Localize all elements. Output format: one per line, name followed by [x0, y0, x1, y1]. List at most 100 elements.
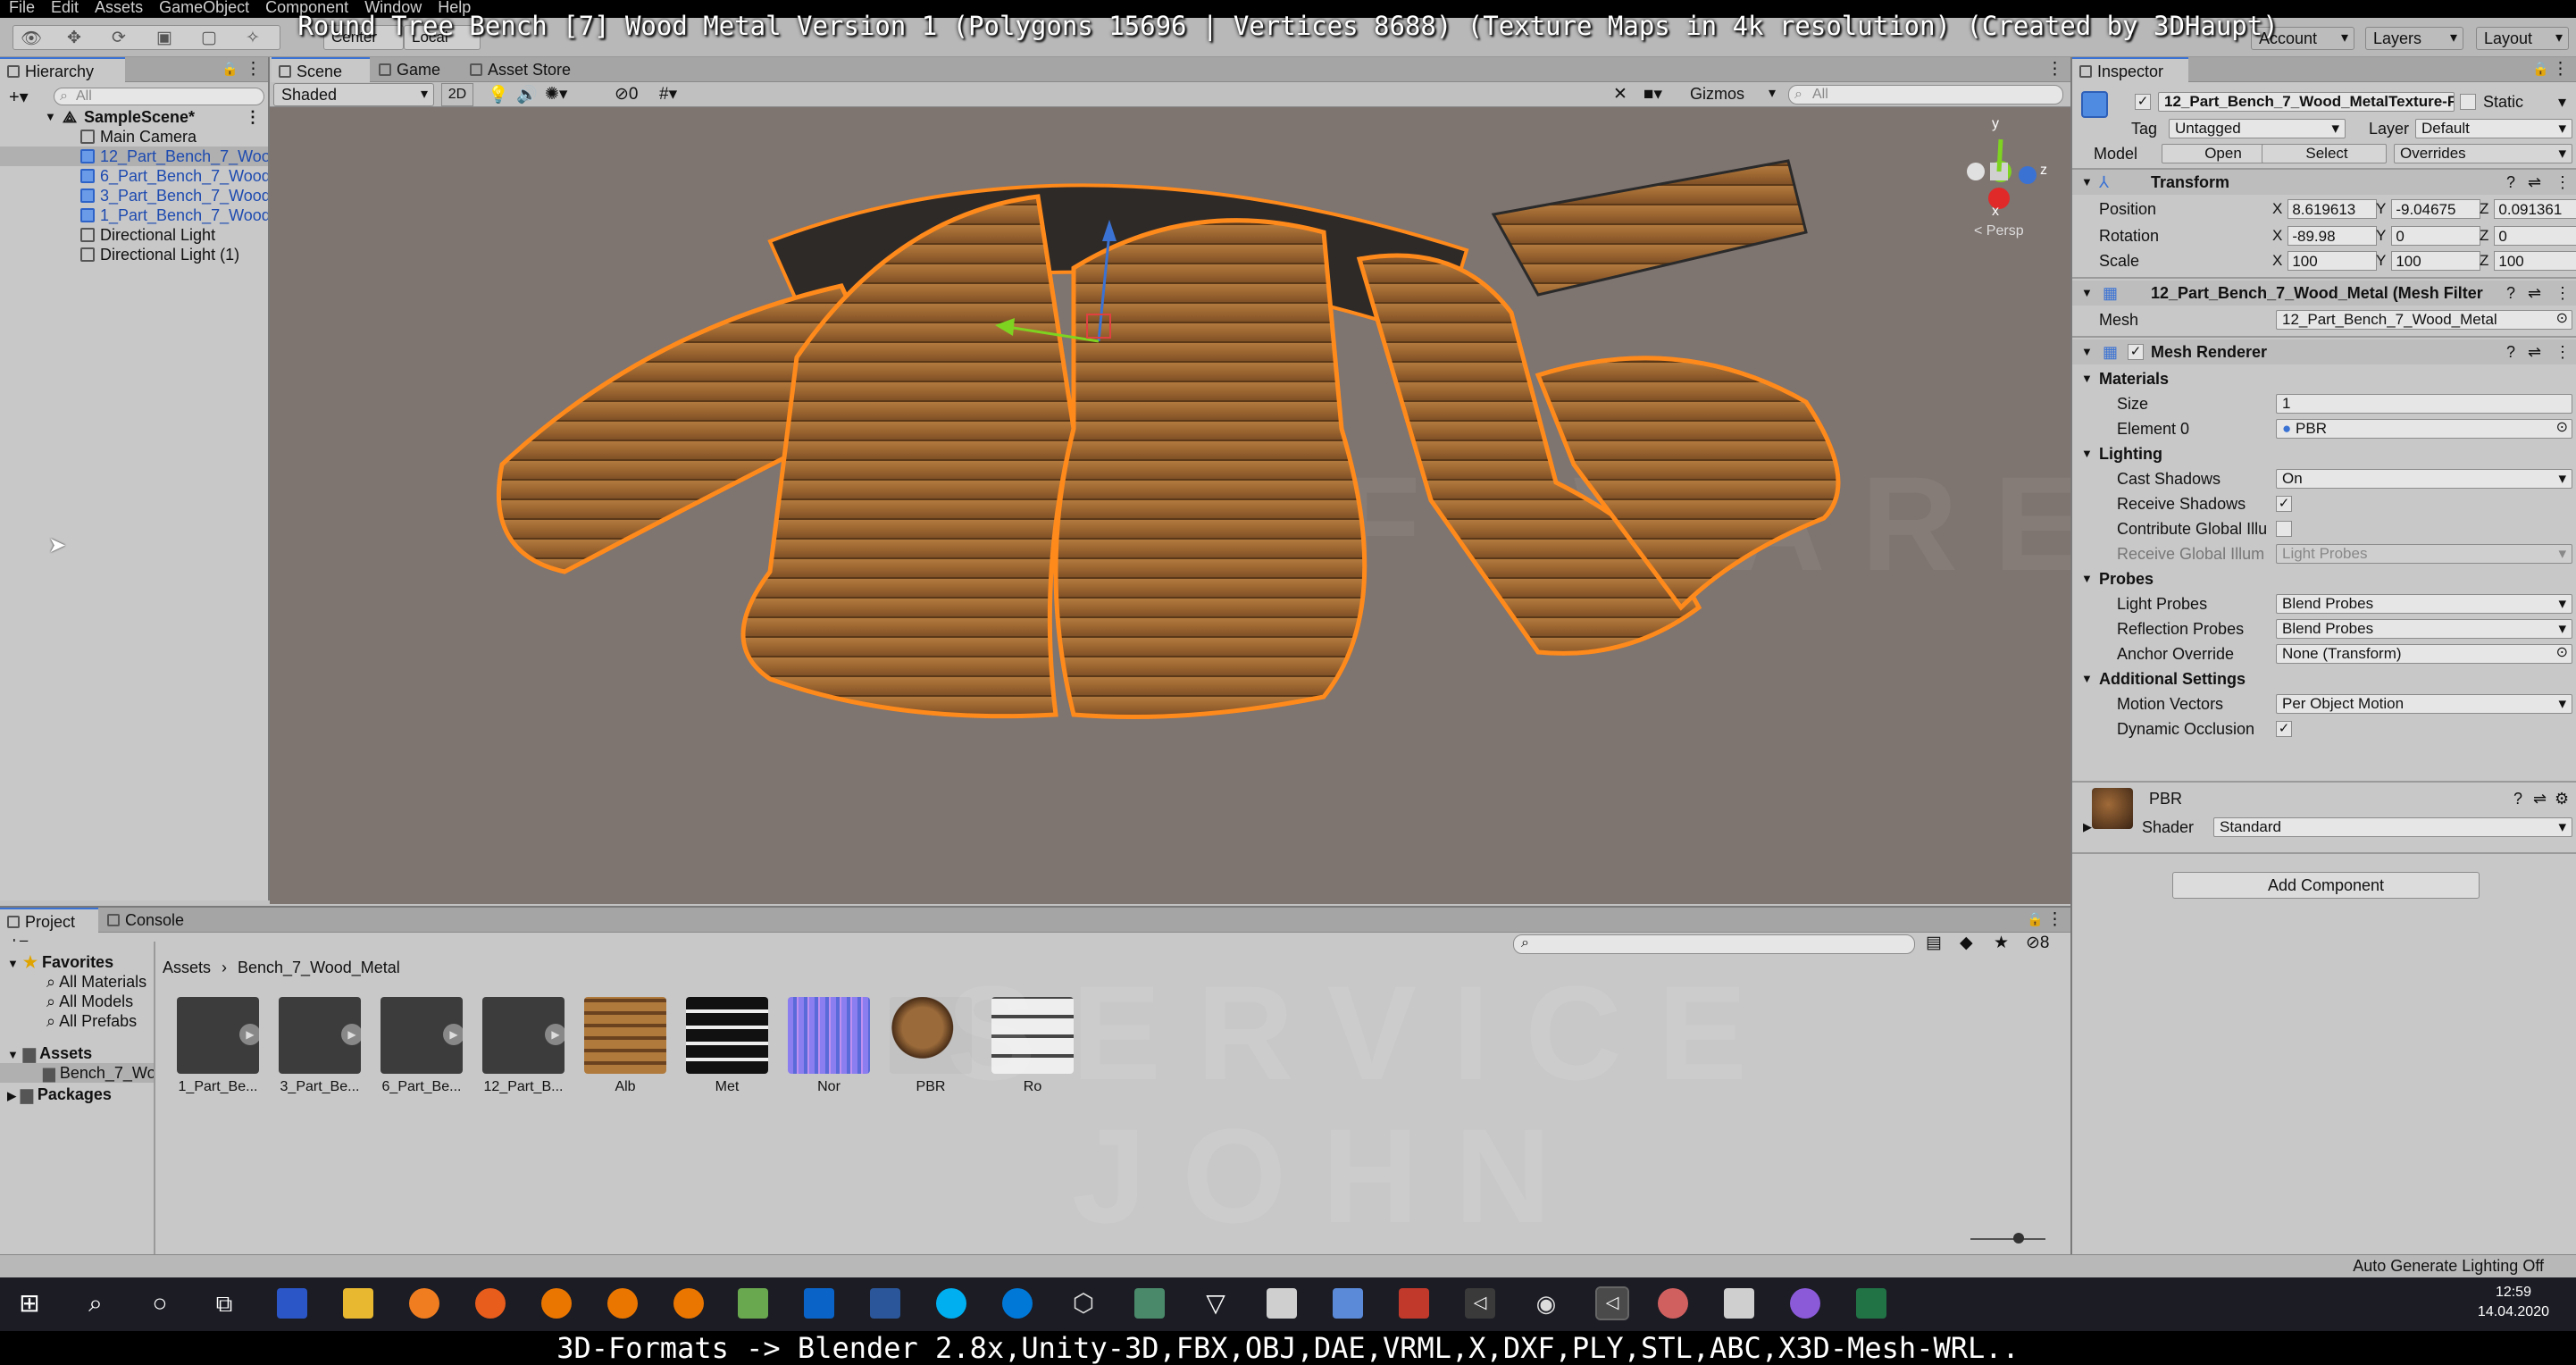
mesh-renderer-enabled-checkbox[interactable]: ✓: [2128, 344, 2144, 360]
component-menu-icon[interactable]: ⋮: [2555, 170, 2571, 195]
image-viewer-icon[interactable]: [738, 1288, 768, 1319]
project-search-input[interactable]: ⌕: [1513, 934, 1915, 954]
position-x-field[interactable]: 8.619613: [2287, 199, 2378, 219]
hierarchy-item-12-part-bench[interactable]: 12_Part_Bench_7_Woo: [0, 147, 268, 166]
collapse-arrow-icon[interactable]: ▼: [7, 1048, 19, 1061]
presets-icon[interactable]: ⇌: [2528, 281, 2541, 306]
cad-app-icon[interactable]: [1134, 1288, 1165, 1319]
tools-icon[interactable]: ✕: [1613, 84, 1627, 105]
favorite-all-materials[interactable]: ⌕ All Materials: [46, 972, 146, 992]
rotation-x-field[interactable]: -89.98: [2287, 226, 2378, 246]
lock-icon[interactable]: 🔒: [2027, 911, 2044, 927]
scene-root-row[interactable]: ▼ ⟁ SampleScene* ⋮: [0, 107, 268, 127]
contribute-gi-checkbox[interactable]: [2276, 521, 2292, 537]
network-app-icon[interactable]: [1333, 1288, 1363, 1319]
email-app-icon[interactable]: [1267, 1288, 1297, 1319]
assets-foldout[interactable]: ▼ ▆ Assets: [7, 1043, 92, 1063]
collapse-arrow-icon[interactable]: ▼: [2081, 170, 2093, 195]
layer-dropdown[interactable]: Default: [2415, 119, 2572, 138]
add-component-button[interactable]: Add Component: [2172, 872, 2480, 899]
scale-x-field[interactable]: 100: [2287, 251, 2378, 271]
scale-z-field[interactable]: 100: [2494, 251, 2576, 271]
asset-albedo-texture[interactable]: Alb: [584, 997, 666, 1095]
play-arrow-icon[interactable]: ▶: [443, 1024, 463, 1045]
lock-icon[interactable]: 🔒: [2532, 61, 2549, 77]
gizmos-dropdown[interactable]: Gizmos: [1683, 83, 1781, 106]
expand-arrow-icon[interactable]: ▶: [7, 1089, 16, 1102]
system-clock[interactable]: 12:59 14.04.2020: [2478, 1283, 2549, 1322]
favorites-foldout[interactable]: ▼ ★ Favorites: [7, 952, 113, 972]
vivaldi-icon[interactable]: ▽: [1200, 1288, 1231, 1319]
outlook-icon[interactable]: [804, 1288, 834, 1319]
tag-dropdown[interactable]: Untagged: [2169, 119, 2346, 138]
element0-field[interactable]: ● PBR: [2276, 419, 2572, 439]
tab-game[interactable]: Game: [372, 57, 461, 82]
unity-hub-icon[interactable]: ◁: [1465, 1288, 1495, 1319]
collapse-arrow-icon[interactable]: ▼: [2081, 666, 2093, 691]
asset-1-part-bench[interactable]: ▶ 1_Part_Be...: [177, 997, 259, 1095]
static-checkbox[interactable]: [2460, 94, 2476, 110]
mesh-filter-header[interactable]: ▼ ▦ 12_Part_Bench_7_Wood_Metal (Mesh Fil…: [2072, 281, 2576, 306]
hidden-objects-icon[interactable]: ⊘0: [615, 84, 639, 105]
hierarchy-item-6-part-bench[interactable]: 6_Part_Bench_7_Wood: [0, 166, 268, 186]
tab-asset-store[interactable]: Asset Store: [463, 57, 606, 82]
materials-foldout[interactable]: ▼ Materials: [2072, 366, 2576, 391]
scene-search-input[interactable]: ⌕ All: [1788, 85, 2063, 105]
effects-toggle-icon[interactable]: ✺▾: [545, 84, 567, 105]
play-arrow-icon[interactable]: ▶: [545, 1024, 565, 1045]
settings-gear-icon[interactable]: ⚙: [2555, 786, 2569, 811]
search-by-label-icon[interactable]: ◆: [1960, 933, 1973, 953]
dynamic-occlusion-checkbox[interactable]: ✓: [2276, 721, 2292, 737]
unity-editor-icon[interactable]: ◁: [1595, 1286, 1629, 1320]
collapse-arrow-icon[interactable]: ▼: [2081, 566, 2093, 591]
blender-icon[interactable]: [607, 1288, 638, 1319]
object-name-field[interactable]: 12_Part_Bench_7_Wood_MetalTexture-F: [2158, 92, 2455, 112]
tab-hierarchy[interactable]: Hierarchy: [0, 57, 125, 82]
file-explorer-icon[interactable]: [343, 1288, 373, 1319]
collapse-arrow-icon[interactable]: ▼: [2081, 441, 2093, 466]
asset-6-part-bench[interactable]: ▶ 6_Part_Be...: [381, 997, 463, 1095]
receive-shadows-checkbox[interactable]: ✓: [2276, 496, 2292, 512]
orientation-gizmo[interactable]: [1967, 138, 2037, 209]
hierarchy-item-directional-light[interactable]: Directional Light: [0, 225, 268, 245]
blender-icon[interactable]: [673, 1288, 704, 1319]
select-button[interactable]: Select: [2262, 144, 2387, 163]
play-arrow-icon[interactable]: ▶: [341, 1024, 361, 1045]
packages-foldout[interactable]: ▶ ▆ Packages: [7, 1084, 112, 1104]
breadcrumb-folder[interactable]: Bench_7_Wood_Metal: [238, 956, 400, 979]
light-probes-dropdown[interactable]: Blend Probes: [2276, 594, 2572, 614]
tab-project[interactable]: Project: [0, 908, 98, 933]
maps-icon[interactable]: [1790, 1288, 1820, 1319]
help-icon[interactable]: ?: [2506, 170, 2515, 195]
favorite-star-icon[interactable]: ★: [1994, 933, 2009, 953]
lock-icon[interactable]: 🔒: [222, 61, 238, 77]
additional-settings-foldout[interactable]: ▼ Additional Settings: [2072, 666, 2576, 691]
panel-menu-icon[interactable]: ⋮: [245, 59, 262, 80]
transform-header[interactable]: ▼ ⅄ Transform ? ⇌ ⋮: [2072, 170, 2576, 195]
asset-metallic-texture[interactable]: Met: [686, 997, 768, 1095]
camera-settings-icon[interactable]: ■▾: [1643, 84, 1662, 105]
perspective-label[interactable]: < Persp: [1974, 223, 2024, 239]
favorite-all-models[interactable]: ⌕ All Models: [46, 992, 133, 1011]
asset-normal-texture[interactable]: Nor: [788, 997, 870, 1095]
panel-menu-icon[interactable]: ⋮: [2046, 909, 2063, 930]
asset-3-part-bench[interactable]: ▶ 3_Part_Be...: [279, 997, 361, 1095]
collapse-arrow-icon[interactable]: ▼: [2081, 339, 2093, 364]
create-plus-icon[interactable]: +▾: [9, 86, 29, 108]
windows-start-icon[interactable]: ⊞: [14, 1288, 45, 1319]
expand-arrow-icon[interactable]: ▼: [45, 107, 56, 127]
cast-shadows-dropdown[interactable]: On: [2276, 469, 2572, 489]
overrides-dropdown[interactable]: Overrides: [2394, 144, 2572, 163]
access-icon[interactable]: [1399, 1288, 1429, 1319]
grid-toggle-icon[interactable]: #▾: [659, 84, 677, 105]
search-by-type-icon[interactable]: ▤: [1926, 933, 1942, 953]
audio-toggle-icon[interactable]: 🔊: [516, 84, 538, 105]
rotation-y-field[interactable]: 0: [2391, 226, 2481, 246]
tab-inspector[interactable]: Inspector: [2072, 57, 2188, 82]
position-y-field[interactable]: -9.04675: [2391, 199, 2481, 219]
panel-menu-icon[interactable]: ⋮: [2552, 59, 2569, 80]
panel-menu-icon[interactable]: ⋮: [2046, 59, 2063, 80]
obs-icon[interactable]: ◉: [1531, 1288, 1561, 1319]
tab-console[interactable]: Console: [100, 908, 207, 933]
shader-dropdown[interactable]: Standard: [2213, 817, 2572, 837]
